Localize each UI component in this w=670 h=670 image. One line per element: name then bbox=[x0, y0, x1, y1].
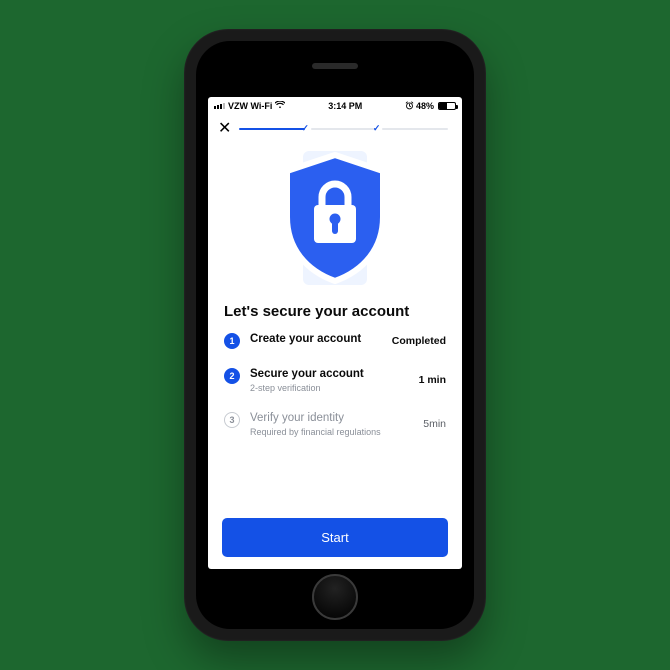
status-right: 48% bbox=[405, 101, 456, 112]
screen: VZW Wi-Fi 3:14 PM 48% ✕ bbox=[208, 97, 462, 569]
page-title: Let's secure your account bbox=[208, 301, 462, 332]
step-subtitle: Required by financial regulations bbox=[250, 427, 413, 437]
speaker-slot bbox=[312, 63, 358, 69]
step-secure-account: 2 Secure your account 2-step verificatio… bbox=[224, 367, 446, 393]
progress-segment-3 bbox=[382, 128, 448, 130]
check-icon: ✓ bbox=[373, 123, 381, 134]
step-body: Verify your identity Required by financi… bbox=[250, 411, 413, 437]
step-verify-identity: 3 Verify your identity Required by finan… bbox=[224, 411, 446, 437]
carrier-label: VZW Wi-Fi bbox=[228, 101, 272, 111]
battery-pct: 48% bbox=[416, 101, 434, 111]
progress-segment-2: ✓ bbox=[311, 128, 377, 130]
progress-segment-1: ✓ bbox=[239, 128, 305, 130]
step-number-badge: 1 bbox=[224, 333, 240, 349]
alarm-icon bbox=[405, 101, 414, 112]
step-number-badge: 2 bbox=[224, 368, 240, 384]
step-number-badge: 3 bbox=[224, 412, 240, 428]
step-title: Secure your account bbox=[250, 367, 409, 382]
shield-lock-icon bbox=[275, 147, 395, 287]
action-area: Start bbox=[208, 504, 462, 569]
step-create-account: 1 Create your account Completed bbox=[224, 332, 446, 349]
step-title: Create your account bbox=[250, 332, 382, 347]
check-icon: ✓ bbox=[301, 123, 309, 134]
progress-indicator: ✓ ✓ bbox=[239, 128, 452, 130]
wifi-icon bbox=[275, 101, 285, 111]
hero-illustration bbox=[208, 141, 462, 301]
signal-icon bbox=[214, 103, 225, 109]
step-duration: 5min bbox=[423, 418, 446, 430]
close-icon[interactable]: ✕ bbox=[218, 121, 231, 137]
status-bar: VZW Wi-Fi 3:14 PM 48% bbox=[208, 97, 462, 115]
steps-list: 1 Create your account Completed 2 Secure… bbox=[208, 332, 462, 437]
phone-bezel: VZW Wi-Fi 3:14 PM 48% ✕ bbox=[196, 41, 474, 629]
phone-frame: VZW Wi-Fi 3:14 PM 48% ✕ bbox=[184, 29, 486, 641]
step-title: Verify your identity bbox=[250, 411, 413, 426]
step-body: Create your account bbox=[250, 332, 382, 347]
clock: 3:14 PM bbox=[328, 101, 362, 111]
step-body: Secure your account 2-step verification bbox=[250, 367, 409, 393]
step-status: Completed bbox=[392, 335, 446, 347]
home-button[interactable] bbox=[312, 574, 358, 620]
status-left: VZW Wi-Fi bbox=[214, 101, 285, 111]
battery-icon bbox=[438, 102, 456, 110]
start-button[interactable]: Start bbox=[222, 518, 448, 557]
nav-row: ✕ ✓ ✓ bbox=[208, 115, 462, 141]
step-duration: 1 min bbox=[419, 374, 446, 386]
step-subtitle: 2-step verification bbox=[250, 383, 409, 393]
